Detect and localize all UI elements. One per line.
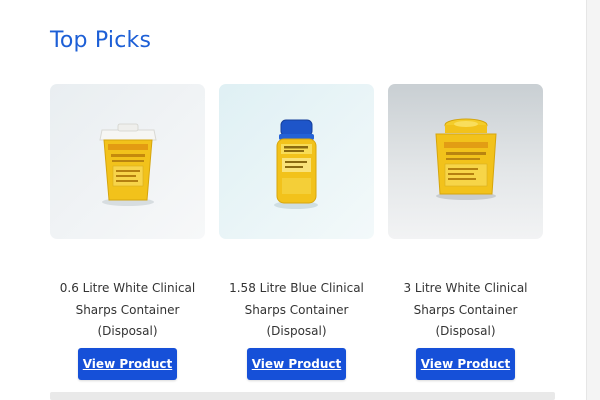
view-product-button[interactable]: View Product: [247, 348, 346, 380]
horizontal-scrollbar[interactable]: [50, 392, 555, 400]
product-name-line: (Disposal): [435, 324, 496, 338]
product-name-line: Sharps Container: [244, 302, 349, 317]
product-name-line: 0.6 Litre White Clinical: [59, 281, 196, 295]
product-card: 3 Litre White Clinical Sharps Container …: [388, 84, 543, 384]
product-name-line: 1.58 Litre Blue Clinical: [229, 281, 364, 295]
product-name-line: (Disposal): [97, 324, 158, 338]
product-image[interactable]: [388, 84, 543, 239]
page: Top Picks 0.6 Litre White Clinical Sharp…: [0, 0, 600, 400]
product-name[interactable]: 0.6 Litre White Clinical Sharps Containe…: [50, 278, 205, 343]
product-name-line: Sharps Container: [413, 302, 518, 317]
page-edge: [586, 0, 600, 400]
section-title: Top Picks: [50, 28, 152, 53]
product-name[interactable]: 1.58 Litre Blue Clinical Sharps Containe…: [219, 278, 374, 343]
product-name[interactable]: 3 Litre White Clinical Sharps Container …: [388, 278, 543, 343]
product-image[interactable]: [50, 84, 205, 239]
product-grid: 0.6 Litre White Clinical Sharps Containe…: [50, 84, 543, 384]
view-product-button[interactable]: View Product: [78, 348, 177, 380]
product-image[interactable]: [219, 84, 374, 239]
product-name-line: 3 Litre White Clinical: [403, 281, 528, 295]
product-name-line: (Disposal): [266, 324, 327, 338]
product-card: 0.6 Litre White Clinical Sharps Containe…: [50, 84, 205, 384]
product-name-line: Sharps Container: [75, 302, 180, 317]
view-product-button[interactable]: View Product: [416, 348, 515, 380]
product-card: 1.58 Litre Blue Clinical Sharps Containe…: [219, 84, 374, 384]
